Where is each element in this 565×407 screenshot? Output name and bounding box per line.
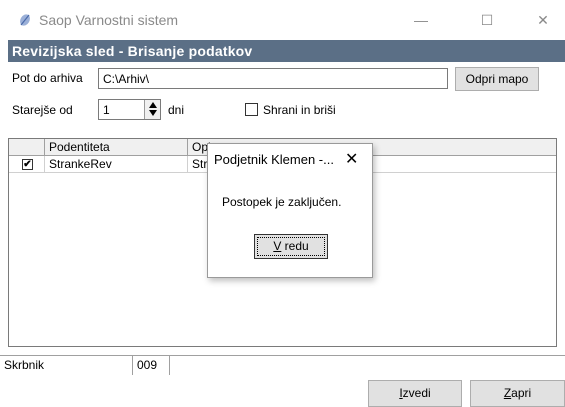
older-than-label: Starejše od: [12, 103, 73, 117]
days-unit-label: dni: [168, 103, 185, 117]
run-button[interactable]: Izvedi: [368, 380, 462, 407]
dialog-message: Postopek je zaključen.: [222, 195, 342, 209]
days-spinner[interactable]: 1: [98, 99, 161, 120]
row-check-cell[interactable]: ✔: [9, 156, 45, 173]
status-bar: Skrbnik 009: [0, 355, 565, 375]
grid-header-podentiteta[interactable]: Podentiteta: [45, 139, 188, 156]
leaf-icon: [20, 14, 30, 26]
ok-label: redu: [281, 239, 309, 253]
dialog-close-icon[interactable]: ✕: [345, 149, 358, 169]
title-bar: Saop Varnostni sistem — ☐ ✕: [0, 0, 565, 40]
minimize-button[interactable]: —: [398, 8, 444, 32]
dialog-title: Podjetnik Klemen -...: [214, 152, 334, 167]
spin-up-icon[interactable]: [149, 102, 157, 108]
status-user-code: 009: [133, 356, 170, 375]
row-checkbox[interactable]: ✔: [22, 159, 33, 170]
row-podentiteta: StrankeRev: [45, 156, 188, 173]
spin-down-icon[interactable]: [149, 110, 157, 116]
run-label: zvedi: [402, 386, 431, 400]
status-extra: [170, 356, 565, 375]
status-user-label: Skrbnik: [0, 356, 133, 375]
spinner-buttons[interactable]: [144, 100, 160, 119]
archive-path-input[interactable]: [98, 68, 448, 89]
close-window-button[interactable]: ✕: [520, 8, 565, 32]
maximize-button[interactable]: ☐: [464, 8, 510, 32]
save-and-delete-checkbox[interactable]: [245, 103, 258, 116]
days-value: 1: [103, 103, 110, 117]
grid-header-check: [9, 139, 45, 156]
close-button[interactable]: Zapri: [470, 380, 565, 407]
open-folder-button[interactable]: Odpri mapo: [455, 67, 539, 91]
save-and-delete-label: Shrani in briši: [263, 103, 336, 117]
close-label: apri: [511, 386, 532, 400]
ok-button[interactable]: V redu: [254, 234, 328, 259]
section-banner: Revizijska sled - Brisanje podatkov: [8, 40, 565, 62]
window-title: Saop Varnostni sistem: [39, 12, 179, 28]
archive-path-label: Pot do arhiva: [12, 71, 83, 85]
completion-dialog: Podjetnik Klemen -... ✕ Postopek je zakl…: [207, 143, 373, 278]
